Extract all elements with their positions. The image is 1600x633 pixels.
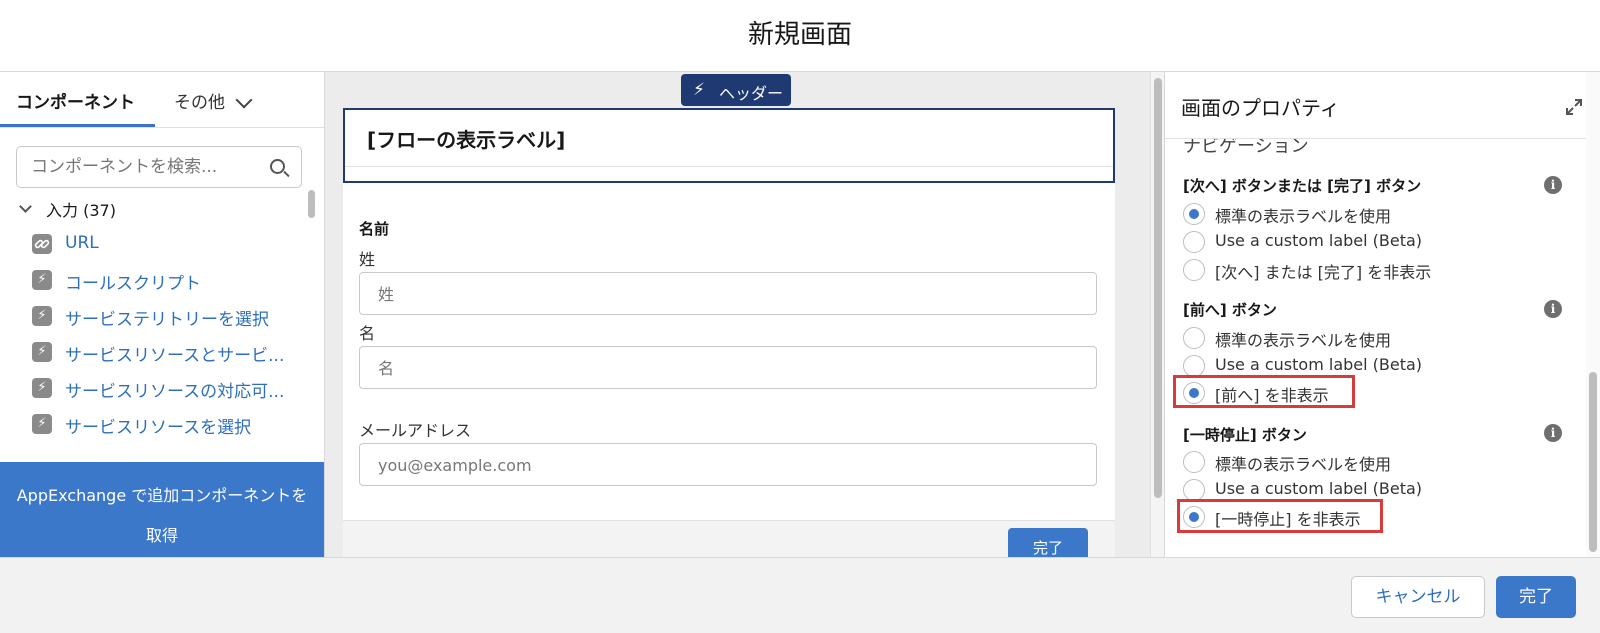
list-item[interactable]: URL: [32, 232, 302, 256]
last-name-input[interactable]: [378, 284, 978, 304]
component-label: サービスリソースとサービ...: [65, 346, 285, 366]
component-search[interactable]: [16, 146, 302, 188]
radio-button[interactable]: [1183, 231, 1205, 253]
radio-button[interactable]: [1183, 479, 1205, 501]
radio-option[interactable]: 標準の表示ラベルを使用: [1183, 326, 1543, 350]
flow-label: [フローの表示ラベル]: [367, 128, 566, 152]
palette-tabs: コンポーネント その他: [0, 72, 324, 128]
component-label: サービスリソースを選択: [65, 418, 252, 438]
radio-label: Use a custom label (Beta): [1215, 231, 1423, 250]
radio-label: [次へ] または [完了] を非表示: [1215, 263, 1432, 282]
properties-scrollbar[interactable]: [1586, 72, 1600, 557]
modal-header: 新規画面: [0, 0, 1600, 72]
info-icon[interactable]: i: [1544, 176, 1562, 194]
modal-title: 新規画面: [747, 20, 852, 50]
highlight-box: [1173, 375, 1355, 408]
done-preview-button: 完了: [1008, 528, 1088, 557]
divider: [345, 166, 1113, 167]
component-label: URL: [65, 233, 99, 253]
radio-label: Use a custom label (Beta): [1215, 479, 1423, 498]
radio-button[interactable]: [1183, 259, 1205, 281]
bolt-icon: ⚡: [32, 378, 52, 398]
done-button[interactable]: 完了: [1496, 576, 1576, 618]
component-label: サービステリトリーを選択: [65, 310, 269, 330]
canvas-footer: [343, 520, 1115, 557]
active-tab-indicator: [0, 124, 155, 127]
search-icon: [270, 159, 285, 174]
list-item[interactable]: ⚡ サービスリソースとサービ...: [32, 340, 302, 366]
radio-label: 標準の表示ラベルを使用: [1215, 207, 1392, 226]
radio-button[interactable]: [1183, 327, 1205, 349]
list-item[interactable]: ⚡ コールスクリプト: [32, 268, 302, 294]
bolt-icon: ⚡: [693, 80, 705, 100]
scrollbar-thumb[interactable]: [1589, 372, 1597, 552]
screen-canvas-area: ⚡ ヘッダー [フローの表示ラベル] 名前 姓 名 メールアドレス 完了: [325, 72, 1150, 557]
bolt-icon: ⚡: [32, 414, 52, 434]
screen-header-component[interactable]: [フローの表示ラベル]: [343, 108, 1115, 183]
previous-button-group-title: [前へ] ボタン: [1183, 301, 1277, 319]
bolt-icon: ⚡: [32, 342, 52, 362]
appexchange-link[interactable]: AppExchange で追加コンポーネントを取得: [0, 462, 324, 557]
palette-scrollbar[interactable]: [308, 190, 315, 218]
component-palette: コンポーネント その他 入力 (37) URL ⚡ コールスクリプト ⚡ サービ…: [0, 72, 325, 557]
radio-option[interactable]: [次へ] または [完了] を非表示: [1183, 258, 1543, 282]
list-item[interactable]: ⚡ サービスリソースを選択: [32, 412, 302, 438]
cancel-button[interactable]: キャンセル: [1351, 576, 1485, 618]
divider: [1165, 138, 1600, 139]
radio-option[interactable]: 標準の表示ラベルを使用: [1183, 450, 1543, 474]
section-toggle-input[interactable]: 入力 (37): [46, 197, 116, 221]
component-label: サービスリソースの対応可...: [65, 382, 285, 402]
radio-button[interactable]: [1183, 451, 1205, 473]
tab-components[interactable]: コンポーネント: [16, 88, 135, 113]
scrollbar-thumb[interactable]: [1154, 78, 1162, 498]
radio-option[interactable]: Use a custom label (Beta): [1183, 230, 1543, 254]
link-icon: [32, 234, 52, 254]
header-badge[interactable]: ⚡ ヘッダー: [681, 74, 791, 106]
email-label: メールアドレス: [359, 421, 472, 440]
email-input[interactable]: [378, 455, 978, 475]
info-icon[interactable]: i: [1544, 300, 1562, 318]
expand-icon[interactable]: [1565, 98, 1583, 116]
list-item[interactable]: ⚡ サービステリトリーを選択: [32, 304, 302, 330]
email-field[interactable]: [359, 443, 1097, 486]
properties-title: 画面のプロパティ: [1181, 96, 1340, 120]
radio-label: Use a custom label (Beta): [1215, 355, 1423, 374]
chevron-down-icon[interactable]: [19, 200, 32, 213]
tab-more[interactable]: その他: [174, 88, 225, 113]
radio-button[interactable]: [1183, 355, 1205, 377]
chevron-down-icon[interactable]: [235, 91, 253, 109]
component-label: コールスクリプト: [65, 274, 201, 294]
first-name-input[interactable]: [378, 358, 978, 378]
search-input[interactable]: [31, 156, 251, 178]
first-name-field[interactable]: [359, 346, 1097, 389]
list-item[interactable]: ⚡ サービスリソースの対応可...: [32, 376, 302, 402]
radio-option[interactable]: 標準の表示ラベルを使用: [1183, 202, 1543, 226]
radio-label: 標準の表示ラベルを使用: [1215, 455, 1392, 474]
last-name-field[interactable]: [359, 272, 1097, 315]
name-group-label: 名前: [359, 220, 390, 238]
next-button-group-title: [次へ] ボタンまたは [完了] ボタン: [1183, 177, 1422, 195]
last-name-label: 姓: [359, 250, 376, 269]
bolt-icon: ⚡: [32, 306, 52, 326]
radio-label: 標準の表示ラベルを使用: [1215, 331, 1392, 350]
bolt-icon: ⚡: [32, 270, 52, 290]
first-name-label: 名: [359, 324, 376, 343]
radio-button[interactable]: [1183, 203, 1205, 225]
info-icon[interactable]: i: [1544, 424, 1562, 442]
modal-footer: キャンセル 完了: [0, 557, 1600, 633]
header-badge-label: ヘッダー: [719, 84, 784, 103]
pause-button-group-title: [一時停止] ボタン: [1183, 426, 1307, 444]
canvas-scrollbar[interactable]: [1150, 72, 1164, 557]
properties-panel: 画面のプロパティ ナビゲーション 画面のプロパティ [次へ] ボタンまたは [完…: [1164, 72, 1600, 557]
screen-canvas: [フローの表示ラベル] 名前 姓 名 メールアドレス: [343, 108, 1115, 557]
highlight-box: [1177, 499, 1383, 533]
